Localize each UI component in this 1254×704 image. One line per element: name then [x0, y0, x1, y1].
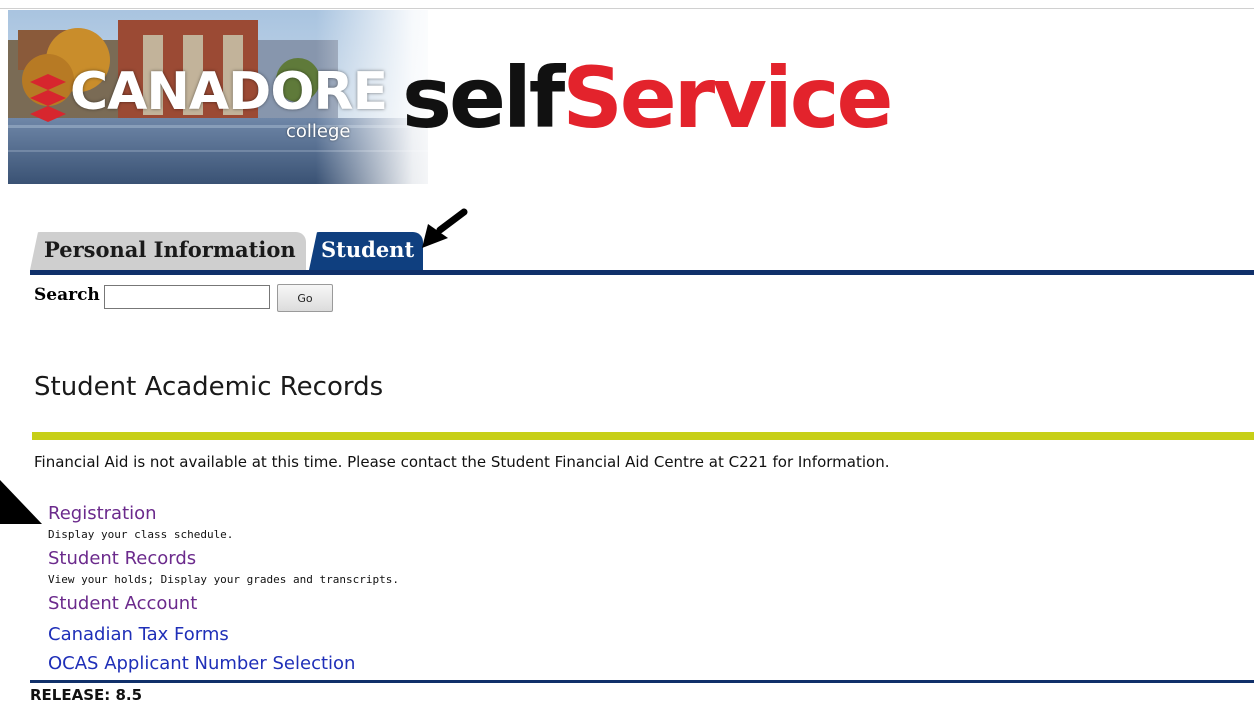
go-button[interactable]: Go: [277, 284, 333, 312]
brand-service: Service: [562, 49, 893, 147]
search-input[interactable]: [104, 285, 270, 309]
menu-link-student-records[interactable]: Student Records: [48, 548, 196, 569]
menu-link-registration[interactable]: Registration: [48, 503, 157, 524]
pointer-arrow-icon: [422, 208, 468, 248]
nav-rule: [30, 270, 1254, 275]
menu-desc-student-records: View your holds; Display your grades and…: [48, 573, 399, 586]
top-rule: [0, 8, 1254, 9]
tab-personal-information[interactable]: Personal Information: [30, 232, 306, 270]
menu-desc-registration: Display your class schedule.: [48, 528, 234, 541]
menu-link-canadian-tax-forms[interactable]: Canadian Tax Forms: [48, 624, 229, 645]
footer-rule: [30, 680, 1254, 683]
selfservice-brand: selfService: [402, 56, 894, 140]
tab-student[interactable]: Student: [309, 232, 423, 270]
logo-subtitle: college: [286, 121, 351, 142]
release-version: RELEASE: 8.5: [30, 686, 143, 704]
page-title: Student Academic Records: [34, 372, 384, 402]
info-message: Financial Aid is not available at this t…: [34, 453, 890, 471]
menu-link-ocas-applicant-number[interactable]: OCAS Applicant Number Selection: [48, 653, 355, 674]
accent-rule: [32, 432, 1254, 440]
pointer-arrow-icon: [0, 480, 42, 524]
canadore-logo-mark-icon: [30, 74, 66, 122]
search-label: Search: [34, 285, 100, 305]
menu-link-student-account[interactable]: Student Account: [48, 593, 197, 614]
logo-wordmark: CANADORE: [70, 62, 388, 122]
brand-self: self: [402, 49, 565, 147]
